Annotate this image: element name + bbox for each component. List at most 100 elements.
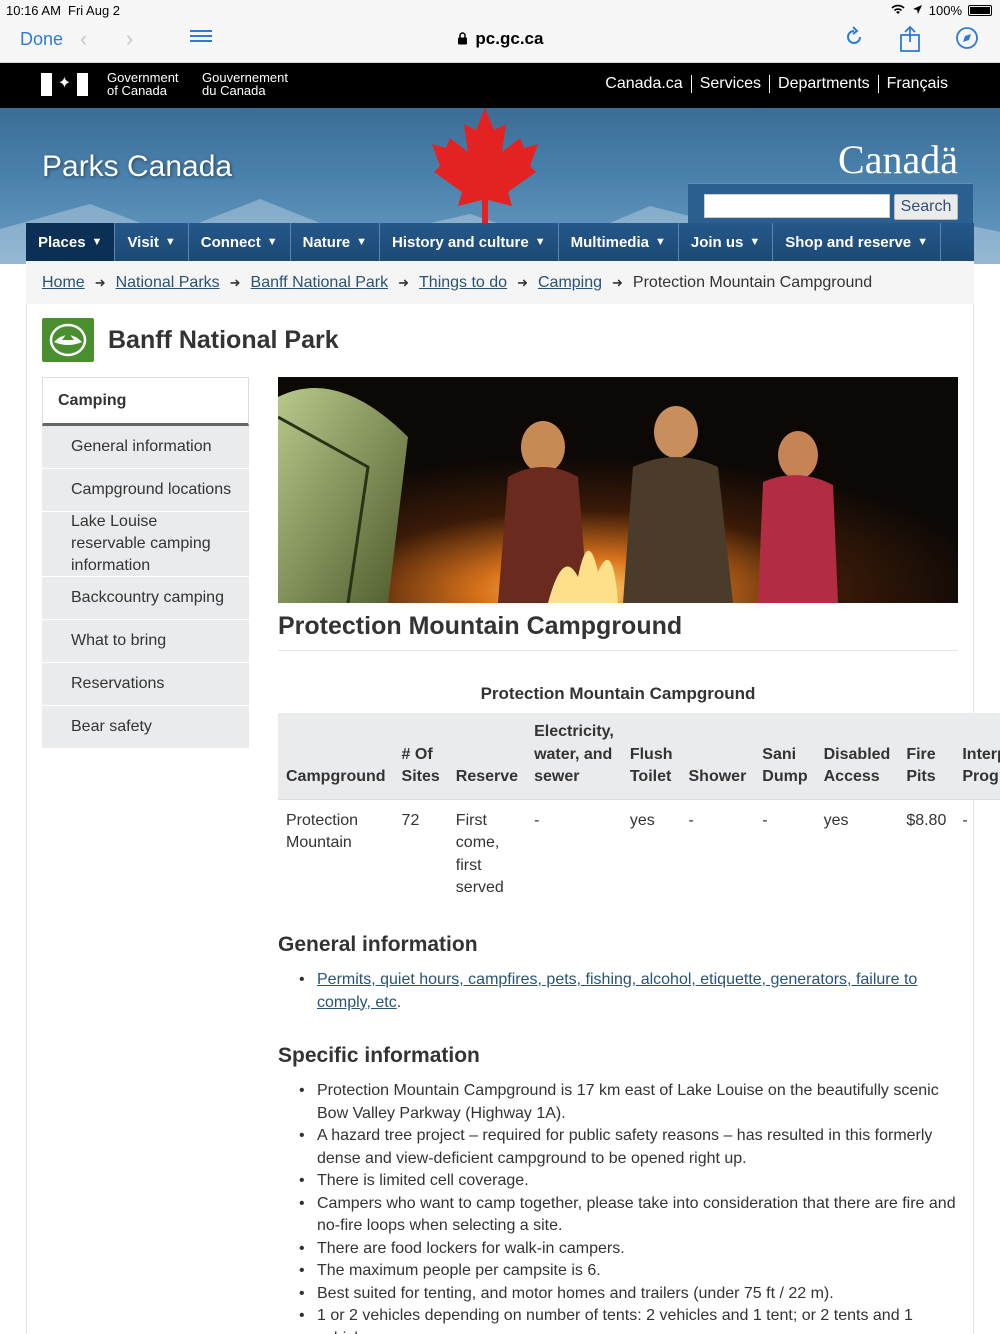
menu-multimedia[interactable]: Multimedia ▼ <box>559 223 679 261</box>
cell-electricity: - <box>526 798 622 910</box>
battery-percent: 100% <box>928 3 962 18</box>
compass-icon[interactable] <box>955 26 979 56</box>
canada-flag-icon[interactable]: ✦ <box>41 73 88 96</box>
reload-icon[interactable] <box>843 26 865 54</box>
list-item: Permits, quiet hours, campfires, pets, f… <box>298 969 968 1014</box>
main-menu: Places ▼ Visit ▼ Connect ▼ Nature ▼ History … <box>26 223 974 261</box>
list-item: There is limited cell coverage. <box>298 1170 968 1193</box>
battery-icon <box>968 5 992 16</box>
title-divider <box>278 650 958 651</box>
park-logo-icon <box>42 318 94 362</box>
status-right: 100% <box>890 3 992 18</box>
menu-history-culture[interactable]: History and culture ▼ <box>380 223 559 261</box>
list-item: There are food lockers for walk-in campe… <box>298 1238 968 1261</box>
government-name-en[interactable]: Government of Canada <box>107 71 179 97</box>
chevron-down-icon: ▼ <box>917 236 929 248</box>
breadcrumb-things-to-do[interactable]: Things to do <box>419 274 507 292</box>
canada-wordmark: Canadä <box>838 137 958 182</box>
breadcrumb-home[interactable]: Home <box>42 274 85 292</box>
list-item: The maximum people per campsite is 6. <box>298 1260 968 1283</box>
list-item: A hazard tree project – required for pub… <box>298 1125 968 1170</box>
chevron-down-icon: ▼ <box>356 236 368 248</box>
chevron-down-icon: ▼ <box>164 236 176 248</box>
menu-places[interactable]: Places ▼ <box>26 223 116 261</box>
government-name-fr[interactable]: Gouvernement du Canada <box>202 71 288 97</box>
campfire-photo <box>278 377 958 603</box>
share-icon[interactable] <box>898 25 922 58</box>
sidebar-item-campground-locations[interactable]: Campground locations <box>42 469 249 512</box>
col-electricity: Electricity, water, and sewer <box>526 713 622 799</box>
status-time: 10:16 AM <box>6 3 61 18</box>
url-text: pc.gc.ca <box>475 29 544 48</box>
chevron-down-icon: ▼ <box>534 236 546 248</box>
canada-ca-link[interactable]: Canada.ca <box>597 75 690 93</box>
table-caption: Protection Mountain Campground <box>480 684 756 703</box>
list-item: 1 or 2 vehicles depending on number of t… <box>298 1305 968 1334</box>
sidebar-item-bear-safety[interactable]: Bear safety <box>42 706 249 749</box>
site-title[interactable]: Parks Canada <box>42 150 232 184</box>
cell-shower: - <box>680 798 755 910</box>
arrow-right-icon: ➜ <box>517 274 528 290</box>
cell-flush-toilet: yes <box>621 798 681 910</box>
col-campground: Campground <box>278 713 394 799</box>
park-name: Banff National Park <box>108 326 339 354</box>
col-reserve: Reserve <box>447 713 527 799</box>
general-info-list: Permits, quiet hours, campfires, pets, f… <box>298 969 968 1014</box>
government-links: Canada.ca Services Departments Français <box>597 75 956 93</box>
arrow-right-icon: ➜ <box>94 274 106 290</box>
sidebar-item-general-information[interactable]: General information <box>42 426 249 469</box>
maple-leaf-icon <box>432 108 538 224</box>
section-sidebar: Camping General information Campground l… <box>42 377 249 749</box>
list-item: Best suited for tenting, and motor homes… <box>298 1283 968 1306</box>
status-date: Fri Aug 2 <box>68 3 121 18</box>
government-header: ✦ Government of Canada Gouvernement du C… <box>0 63 1000 108</box>
menu-shop-reserve[interactable]: Shop and reserve ▼ <box>773 223 942 261</box>
general-info-heading: General information <box>278 933 478 956</box>
sidebar-item-what-to-bring[interactable]: What to bring <box>42 620 249 663</box>
lock-icon <box>457 31 472 47</box>
search-input[interactable] <box>704 194 890 218</box>
chevron-down-icon: ▼ <box>749 236 761 248</box>
table-header-row: Campground # Of Sites Reserve Electricit… <box>278 713 1000 799</box>
specific-info-heading: Specific information <box>278 1044 480 1067</box>
cell-interp-prog: - <box>954 798 1000 910</box>
location-arrow-icon <box>912 3 923 18</box>
col-sites: # Of Sites <box>393 713 448 799</box>
status-bar: 10:16 AM Fri Aug 2 100% <box>0 0 1000 20</box>
general-info-link[interactable]: Permits, quiet hours, campfires, pets, f… <box>317 971 917 1011</box>
cell-disabled-access: yes <box>815 798 899 910</box>
menu-connect[interactable]: Connect ▼ <box>189 223 291 261</box>
col-interp-prog: Interp Prog <box>954 713 1000 799</box>
cell-fire-pits: $8.80 <box>898 798 955 910</box>
menu-join-us[interactable]: Join us ▼ <box>679 223 774 261</box>
services-link[interactable]: Services <box>690 75 769 93</box>
col-disabled-access: Disabled Access <box>815 713 899 799</box>
col-fire-pits: Fire Pits <box>898 713 955 799</box>
breadcrumb-national-parks[interactable]: National Parks <box>116 274 220 292</box>
breadcrumb-current: Protection Mountain Campground <box>632 273 873 291</box>
sidebar-item-lake-louise[interactable]: Lake Louise reservable camping informati… <box>42 512 249 577</box>
col-shower: Shower <box>680 713 755 799</box>
cell-sani-dump: - <box>754 798 816 910</box>
sidebar-item-reservations[interactable]: Reservations <box>42 663 249 706</box>
browser-toolbar: Done ‹ › pc.gc.ca <box>0 20 1000 63</box>
departments-link[interactable]: Departments <box>769 75 878 93</box>
chevron-down-icon: ▼ <box>266 236 278 248</box>
campground-table: Campground # Of Sites Reserve Electricit… <box>278 713 1000 910</box>
breadcrumb-banff[interactable]: Banff National Park <box>251 274 389 292</box>
menu-nature[interactable]: Nature ▼ <box>291 223 381 261</box>
list-item: Campers who want to camp together, pleas… <box>298 1193 968 1238</box>
sidebar-heading[interactable]: Camping <box>42 377 249 426</box>
chevron-down-icon: ▼ <box>654 236 666 248</box>
sidebar-item-backcountry[interactable]: Backcountry camping <box>42 577 249 620</box>
francais-link[interactable]: Français <box>877 75 956 93</box>
cell-campground: Protection Mountain <box>278 798 394 910</box>
cell-sites: 72 <box>393 798 448 910</box>
menu-visit[interactable]: Visit ▼ <box>115 223 189 261</box>
list-item: Protection Mountain Campground is 17 km … <box>298 1080 968 1125</box>
chevron-down-icon: ▼ <box>91 236 103 248</box>
col-sani-dump: Sani Dump <box>754 713 816 799</box>
search-button[interactable]: Search <box>894 194 958 220</box>
breadcrumb-camping[interactable]: Camping <box>538 274 602 292</box>
wifi-icon <box>890 3 906 18</box>
